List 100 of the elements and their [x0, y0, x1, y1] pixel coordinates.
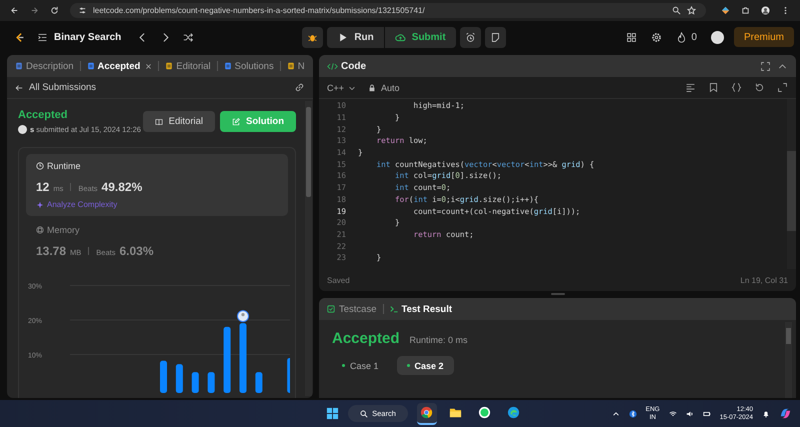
terminal-icon: [390, 305, 398, 313]
tab-icon: [165, 62, 174, 70]
cursor-position: Ln 19, Col 31: [740, 276, 788, 284]
copilot-icon[interactable]: [779, 407, 792, 420]
settings-icon[interactable]: [651, 32, 662, 42]
panel-tab[interactable]: N: [284, 60, 307, 72]
premium-button[interactable]: Premium: [734, 27, 794, 47]
edit-icon: [232, 118, 240, 126]
list-icon: [37, 32, 48, 42]
forward-icon[interactable]: [30, 6, 39, 15]
notes-button[interactable]: [484, 26, 506, 48]
bluetooth-icon[interactable]: [628, 410, 637, 418]
profile-avatar-icon[interactable]: [761, 6, 770, 15]
panel-tab[interactable]: Testcase: [327, 304, 376, 314]
chart-bar[interactable]: [176, 364, 183, 393]
metric-title: Runtime: [47, 161, 81, 171]
reset-icon[interactable]: [754, 82, 765, 93]
editorial-button[interactable]: Editorial: [142, 111, 215, 132]
star-icon[interactable]: [687, 6, 696, 15]
panel-tab[interactable]: Editorial: [163, 60, 213, 72]
avatar-marker: [237, 310, 249, 322]
wifi-icon[interactable]: [668, 410, 677, 418]
user-avatar: [18, 125, 27, 134]
play-icon: [337, 32, 348, 42]
result-runtime: Runtime: 0 ms: [410, 335, 468, 345]
case-tab[interactable]: Case 2: [396, 356, 454, 375]
link-icon[interactable]: [294, 82, 305, 93]
chart-bar[interactable]: [255, 372, 262, 393]
arrow-left-icon: [15, 84, 23, 92]
chip-icon: [36, 226, 44, 234]
chart-bar[interactable]: [192, 372, 199, 393]
chart-bar[interactable]: [224, 326, 231, 393]
book-icon: [154, 118, 163, 126]
bookmark-icon[interactable]: [708, 82, 719, 93]
panel-tab[interactable]: Solutions: [222, 60, 276, 72]
panel-tab[interactable]: Accepted: [84, 60, 154, 72]
streak-count: 0: [691, 32, 697, 42]
submission-status: Accepted: [18, 109, 69, 121]
chart-bar[interactable]: [208, 372, 215, 393]
beats-percent: 49.82%: [102, 180, 142, 194]
shuffle-icon[interactable]: [183, 32, 194, 42]
chart-bar[interactable]: [287, 358, 290, 393]
puzzle-icon[interactable]: [741, 6, 750, 15]
folder-icon: [449, 406, 462, 419]
save-status: Saved: [327, 276, 350, 284]
panel-tab[interactable]: Description: [13, 60, 76, 72]
run-button[interactable]: Run: [327, 26, 384, 48]
fullscreen-icon[interactable]: [777, 82, 788, 93]
lock-icon: [368, 84, 376, 92]
user-avatar[interactable]: [710, 30, 724, 44]
timer-button[interactable]: [460, 26, 481, 48]
reload-icon[interactable]: [50, 6, 59, 15]
tab-icon: [286, 62, 295, 70]
tab-icon: [224, 62, 232, 70]
checkbox-icon: [327, 305, 335, 313]
logo-icon[interactable]: [14, 32, 25, 42]
expand-icon[interactable]: [760, 60, 771, 72]
grid-icon[interactable]: [626, 32, 638, 42]
chat-bubble-icon: [478, 406, 492, 419]
scrollbar[interactable]: [787, 99, 796, 269]
beats-percent: 6.03%: [119, 244, 154, 258]
note-icon: [490, 32, 501, 42]
panel-title: Code: [341, 60, 366, 72]
sparkle-icon: [36, 200, 44, 208]
battery-icon[interactable]: [702, 410, 711, 418]
taskbar-app[interactable]: [416, 402, 437, 424]
code-icon: [327, 60, 338, 72]
back-icon[interactable]: [10, 6, 19, 15]
all-submissions-link[interactable]: All Submissions: [15, 82, 96, 93]
extension-icon[interactable]: [721, 6, 730, 15]
flame-icon[interactable]: [676, 32, 688, 42]
windows-start-icon[interactable]: [326, 407, 340, 420]
language-dropdown[interactable]: C++: [327, 82, 356, 92]
case-tab[interactable]: Case 1: [332, 356, 389, 375]
bell-icon[interactable]: [762, 410, 770, 418]
chart-bar[interactable]: [160, 360, 167, 393]
format-icon[interactable]: [685, 82, 696, 93]
problem-list-button[interactable]: Binary Search: [37, 32, 122, 42]
zoom-icon[interactable]: [672, 6, 681, 15]
site-info-icon[interactable]: [78, 6, 87, 15]
close-icon[interactable]: [145, 62, 152, 70]
clock-icon: [36, 162, 44, 170]
metric-value: 13.78: [36, 244, 66, 258]
chevron-up-icon[interactable]: [612, 410, 620, 418]
braces-icon[interactable]: [731, 82, 742, 93]
search-icon: [360, 410, 368, 418]
scrollbar[interactable]: [785, 322, 792, 398]
debug-button[interactable]: [302, 26, 324, 48]
speaker-icon[interactable]: [686, 410, 694, 418]
panel-tab[interactable]: Test Result: [390, 304, 452, 314]
tab-icon: [15, 62, 23, 70]
tab-icon: [86, 62, 95, 70]
address-bar[interactable]: leetcode.com/problems/count-negative-numbers-in-a-sorted-matrix/submissions/1321505741/: [70, 3, 706, 18]
metric-value: 12: [36, 180, 50, 194]
scrollbar[interactable]: [305, 101, 312, 396]
auto-mode[interactable]: Auto: [368, 82, 400, 92]
cloud-upload-icon: [394, 32, 406, 42]
submit-button[interactable]: Submit: [384, 26, 456, 48]
alarm-clock-icon: [464, 32, 476, 42]
browser-icon: [420, 406, 434, 419]
